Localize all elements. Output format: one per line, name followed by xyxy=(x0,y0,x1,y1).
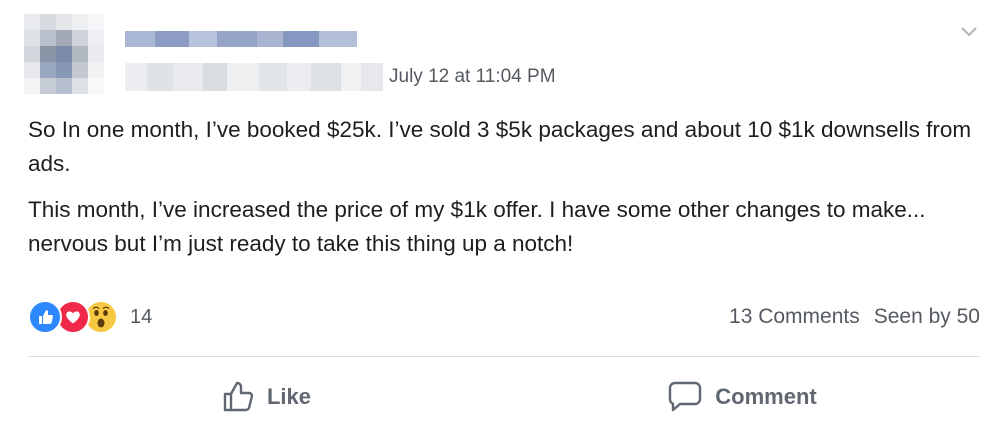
blurred-group-name xyxy=(125,63,383,91)
like-button[interactable]: Like xyxy=(28,364,504,430)
comment-button-label: Comment xyxy=(715,384,817,409)
post-options-chevron-icon[interactable] xyxy=(958,20,980,42)
comments-count-link[interactable]: 13 Comments xyxy=(729,305,860,329)
post-actions: Like Comment xyxy=(28,364,980,430)
post-paragraph: So In one month, I’ve booked $25k. I’ve … xyxy=(28,117,972,176)
like-button-label: Like xyxy=(266,384,312,409)
like-icon xyxy=(28,300,62,334)
post-paragraph: This month, I’ve increased the price of … xyxy=(28,197,926,256)
avatar[interactable] xyxy=(24,14,104,94)
post-stats: 13 Comments Seen by 50 xyxy=(729,300,980,334)
comment-button[interactable]: Comment xyxy=(504,364,980,430)
comment-bubble-icon xyxy=(669,381,702,412)
reactions-summary[interactable]: 14 xyxy=(28,298,152,336)
post-card: July 12 at 11:04 PM So In one month, I’v… xyxy=(0,0,1000,434)
divider xyxy=(28,356,980,357)
thumbs-up-icon xyxy=(223,381,254,412)
post-body: So In one month, I’ve booked $25k. I’ve … xyxy=(28,113,978,273)
post-timestamp[interactable]: July 12 at 11:04 PM xyxy=(389,66,556,88)
reaction-count[interactable]: 14 xyxy=(130,306,152,329)
post-meta: July 12 at 11:04 PM xyxy=(125,62,556,92)
seen-by-link[interactable]: Seen by 50 xyxy=(874,305,980,329)
author-name[interactable] xyxy=(125,31,357,47)
